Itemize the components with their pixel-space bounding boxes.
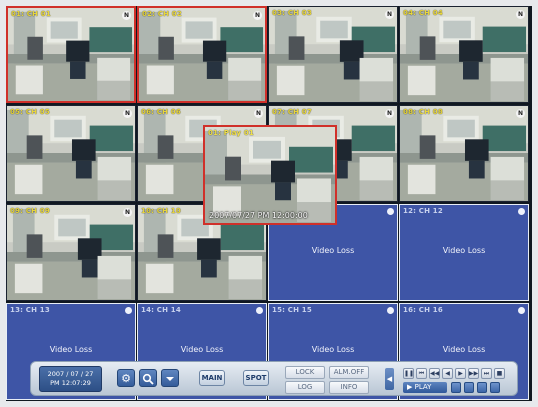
speed-button-1[interactable] bbox=[451, 382, 461, 393]
channel-label: 03: CH 03 bbox=[272, 9, 312, 17]
camera-tile[interactable]: 08: CH 08 N bbox=[399, 105, 529, 202]
camera-feed bbox=[8, 8, 134, 101]
speed-button-4[interactable] bbox=[490, 382, 500, 393]
dot-icon bbox=[518, 307, 525, 314]
camera-feed bbox=[139, 8, 265, 101]
play-button[interactable]: ▶ PLAY bbox=[403, 382, 447, 393]
lock-button[interactable]: LOCK bbox=[285, 366, 325, 379]
speed-button-2[interactable] bbox=[464, 382, 474, 393]
spot-button[interactable]: SPOT bbox=[243, 370, 269, 386]
settings-button[interactable]: ⚙ bbox=[117, 369, 135, 387]
fast-forward-icon: ▶▶ bbox=[469, 370, 479, 377]
camera-feed bbox=[205, 127, 335, 223]
popup-timestamp: 2007/07/27 PM 12:00:00 bbox=[209, 211, 308, 220]
n-icon: N bbox=[253, 11, 262, 20]
pause-icon: ❚❚ bbox=[404, 370, 415, 377]
channel-label: 01: CH 01 bbox=[11, 10, 51, 18]
control-bar: 2007 / 07 / 27 PM 12:07:29 ⚙ MAIN SPOT L… bbox=[30, 361, 518, 396]
channel-label: 02: CH 02 bbox=[142, 10, 182, 18]
video-loss-text: Video Loss bbox=[442, 246, 486, 255]
n-icon: N bbox=[122, 11, 131, 20]
rewind-button[interactable]: ◀◀ bbox=[429, 368, 440, 379]
channel-label: 14: CH 14 bbox=[141, 306, 181, 314]
channel-label: 10: CH 10 bbox=[141, 207, 181, 215]
stop-button[interactable]: ■ bbox=[494, 368, 505, 379]
video-loss-text: Video Loss bbox=[180, 345, 224, 354]
menu-down-button[interactable] bbox=[161, 369, 179, 387]
rewind-icon: ◀◀ bbox=[430, 370, 440, 377]
video-loss-text: Video Loss bbox=[442, 345, 486, 354]
main-button[interactable]: MAIN bbox=[199, 370, 225, 386]
video-loss-text: Video Loss bbox=[311, 345, 355, 354]
channel-label: 09: CH 09 bbox=[10, 207, 50, 215]
camera-tile[interactable]: 09: CH 09 N bbox=[6, 204, 136, 301]
camera-feed bbox=[7, 106, 135, 201]
n-icon: N bbox=[516, 109, 525, 118]
dot-icon bbox=[256, 307, 263, 314]
speed-button-3[interactable] bbox=[477, 382, 487, 393]
n-icon: N bbox=[385, 10, 394, 19]
date-text: 2007 / 07 / 27 bbox=[47, 370, 94, 378]
camera-feed bbox=[7, 205, 135, 300]
camera-tile[interactable]: 05: CH 05 N bbox=[6, 105, 136, 202]
step-forward-button[interactable]: ▶ bbox=[455, 368, 466, 379]
skip-end-button[interactable]: ⏭ bbox=[481, 368, 492, 379]
step-back-button[interactable]: ◀ bbox=[442, 368, 453, 379]
camera-tile[interactable]: 01: CH 01 N bbox=[6, 6, 136, 103]
search-icon bbox=[142, 373, 154, 385]
step-back-icon: ◀ bbox=[445, 370, 450, 377]
video-loss-text: Video Loss bbox=[311, 246, 355, 255]
channel-label: 06: CH 06 bbox=[141, 108, 181, 116]
collapse-button[interactable]: ◀ bbox=[385, 368, 394, 390]
camera-feed bbox=[400, 7, 528, 102]
camera-tile[interactable]: 04: CH 04 N bbox=[399, 6, 529, 103]
gear-icon: ⚙ bbox=[121, 372, 131, 385]
dot-icon bbox=[387, 208, 394, 215]
channel-label: 07: CH 07 bbox=[272, 108, 312, 116]
n-icon: N bbox=[385, 109, 394, 118]
popup-label: 01: Play 01 bbox=[208, 129, 254, 137]
n-icon: N bbox=[254, 109, 263, 118]
fast-forward-button[interactable]: ▶▶ bbox=[468, 368, 479, 379]
channel-label: 16: CH 16 bbox=[403, 306, 443, 314]
skip-start-button[interactable]: ⏮ bbox=[416, 368, 427, 379]
pause-button[interactable]: ❚❚ bbox=[403, 368, 414, 379]
time-text: PM 12:07:29 bbox=[50, 379, 91, 387]
stop-icon: ■ bbox=[496, 370, 503, 377]
chevron-left-icon: ◀ bbox=[386, 375, 393, 383]
camera-tile[interactable]: 03: CH 03 N bbox=[268, 6, 398, 103]
channel-label: 04: CH 04 bbox=[403, 9, 443, 17]
camera-feed bbox=[400, 106, 528, 201]
channel-label: 12: CH 12 bbox=[403, 207, 443, 215]
datetime-display: 2007 / 07 / 27 PM 12:07:29 bbox=[39, 366, 102, 392]
n-icon: N bbox=[123, 208, 132, 217]
dot-icon bbox=[518, 208, 525, 215]
camera-tile[interactable]: 02: CH 02 N bbox=[137, 6, 267, 103]
video-wall: 01: CH 01 N 02: CH 02 N 03: CH 03 N 04: … bbox=[6, 6, 532, 401]
channel-label: 05: CH 05 bbox=[10, 108, 50, 116]
alarm-off-button[interactable]: ALM.OFF bbox=[329, 366, 369, 379]
channel-label: 15: CH 15 bbox=[272, 306, 312, 314]
info-button[interactable]: INFO bbox=[329, 381, 369, 394]
channel-label: 08: CH 08 bbox=[403, 108, 443, 116]
dot-icon bbox=[387, 307, 394, 314]
skip-start-icon: ⏮ bbox=[418, 370, 425, 377]
playback-popup[interactable]: 01: Play 01 2007/07/27 PM 12:00:00 bbox=[203, 125, 337, 225]
n-icon: N bbox=[516, 10, 525, 19]
skip-end-icon: ⏭ bbox=[483, 370, 490, 377]
video-loss-text: Video Loss bbox=[49, 345, 93, 354]
step-forward-icon: ▶ bbox=[458, 370, 463, 377]
dot-icon bbox=[125, 307, 132, 314]
camera-feed bbox=[269, 7, 397, 102]
n-icon: N bbox=[123, 109, 132, 118]
search-button[interactable] bbox=[139, 369, 157, 387]
chevron-down-icon bbox=[166, 377, 174, 381]
channel-label: 13: CH 13 bbox=[10, 306, 50, 314]
camera-tile[interactable]: 12: CH 12 Video Loss bbox=[399, 204, 529, 301]
log-button[interactable]: LOG bbox=[285, 381, 325, 394]
